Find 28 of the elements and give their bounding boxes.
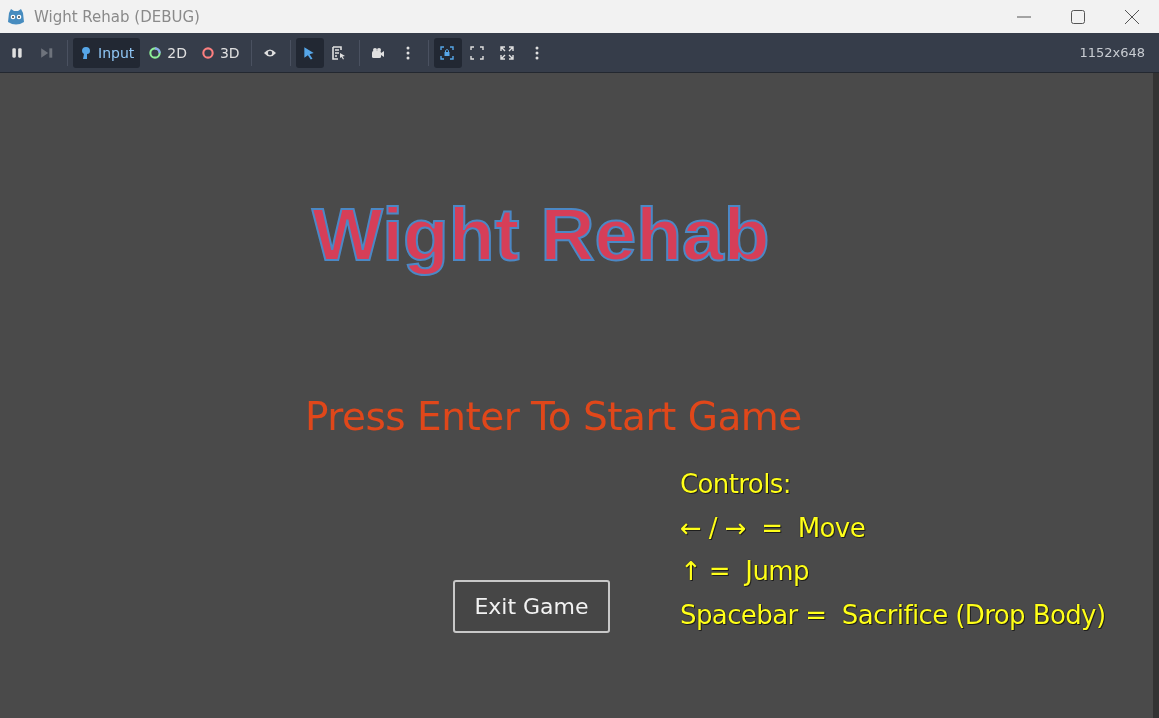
ring-icon bbox=[148, 45, 163, 60]
ring-icon bbox=[200, 45, 215, 60]
frame-corners-icon bbox=[469, 45, 484, 60]
input-button[interactable]: Input bbox=[73, 37, 141, 68]
list-cursor-icon bbox=[331, 45, 346, 60]
lock-icon bbox=[439, 45, 454, 60]
start-prompt: Press Enter To Start Game bbox=[305, 394, 802, 439]
controls-text: ← / → = Move bbox=[680, 511, 867, 545]
expand-icon bbox=[499, 45, 514, 60]
spatial-button[interactable]: 3D bbox=[194, 37, 246, 68]
exit-game-button[interactable]: Exit Game bbox=[453, 580, 610, 633]
pause-icon bbox=[10, 45, 24, 60]
cursor-icon bbox=[301, 45, 316, 60]
camera-icon bbox=[370, 45, 385, 60]
camera-lock-button[interactable] bbox=[433, 37, 462, 68]
step-icon bbox=[40, 45, 54, 60]
controls-text: Spacebar = Sacrifice (Drop Body) bbox=[680, 598, 1106, 632]
maximize-icon[interactable] bbox=[1070, 8, 1086, 25]
close-icon[interactable] bbox=[1124, 8, 1140, 25]
controls-text: Controls: bbox=[680, 468, 792, 501]
window-title: Wight Rehab (DEBUG) bbox=[34, 7, 200, 26]
select-button[interactable] bbox=[295, 37, 324, 68]
joystick-icon bbox=[79, 45, 93, 60]
controls-text: ↑ = Jump bbox=[680, 555, 810, 588]
resolution-label: 1152x648 bbox=[1079, 45, 1145, 60]
game-title: Wight Rehab bbox=[312, 191, 770, 277]
planar-button[interactable]: 2D bbox=[142, 37, 193, 68]
app-logo-icon bbox=[6, 6, 26, 27]
